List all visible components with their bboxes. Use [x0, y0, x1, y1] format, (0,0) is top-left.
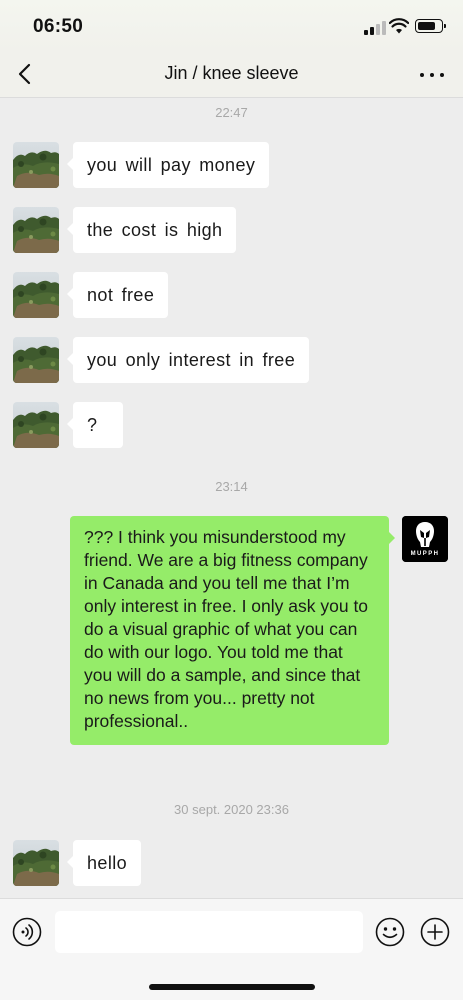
wifi-icon: [389, 18, 409, 34]
message-bubble[interactable]: the cost is high: [66, 207, 237, 253]
contact-avatar[interactable]: [13, 402, 59, 448]
contact-avatar[interactable]: [13, 272, 59, 318]
message-bubble[interactable]: not free: [66, 272, 169, 318]
contact-avatar[interactable]: [13, 840, 59, 886]
battery-level: [418, 22, 435, 30]
message-input[interactable]: [55, 911, 363, 953]
plus-icon[interactable]: [420, 917, 450, 947]
more-dots-icon[interactable]: [416, 60, 448, 88]
my-avatar-logo-text: MUPPH: [410, 551, 440, 557]
status-time: 06:50: [33, 16, 84, 37]
message-bubble[interactable]: ?: [67, 402, 123, 448]
timestamp: 22:47: [215, 105, 248, 120]
message-bubble[interactable]: you will pay money: [66, 142, 270, 188]
cellular-signal-icon: [364, 21, 388, 35]
chat-title: Jin / knee sleeve: [164, 63, 299, 83]
battery-icon: [415, 19, 446, 33]
message-text: you only interest in free: [87, 350, 296, 370]
message-text: you will pay money: [87, 155, 256, 175]
contact-avatar[interactable]: [13, 207, 59, 253]
message-bubble[interactable]: hello: [66, 840, 142, 886]
message-bubble[interactable]: you only interest in free: [66, 337, 310, 383]
chat-header: Jin / knee sleeve: [0, 50, 463, 98]
message-text: not free: [87, 285, 155, 305]
contact-avatar[interactable]: [13, 142, 59, 188]
message-text: ??? I think you misunderstood my friend.…: [84, 527, 369, 731]
message-text: the cost is high: [87, 220, 223, 240]
message-text: ?: [87, 415, 98, 435]
contact-avatar[interactable]: [13, 337, 59, 383]
my-avatar[interactable]: MUPPH: [402, 516, 448, 562]
timestamp: 30 sept. 2020 23:36: [174, 802, 289, 817]
home-indicator[interactable]: [149, 984, 315, 990]
my-message-bubble[interactable]: ??? I think you misunderstood my friend.…: [70, 516, 395, 745]
emoji-icon[interactable]: [375, 917, 405, 947]
message-text: hello: [87, 853, 128, 873]
voice-icon[interactable]: [12, 917, 42, 947]
timestamp: 23:14: [215, 479, 248, 494]
status-bar: 06:50: [0, 0, 463, 50]
